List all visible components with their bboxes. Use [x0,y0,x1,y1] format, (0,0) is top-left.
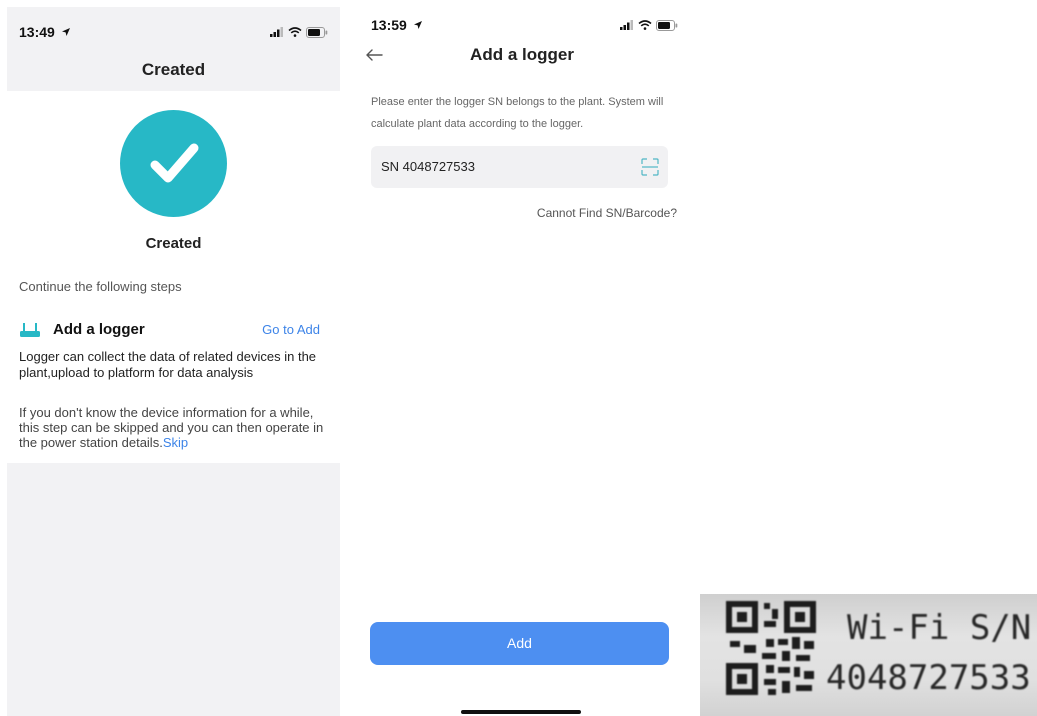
label-wifi-sn: Wi-Fi S/N: [847,608,1037,648]
success-badge [120,110,227,217]
router-icon [20,323,40,337]
bottom-panel [7,463,340,716]
cannot-find-link[interactable]: Cannot Find SN/Barcode? [537,206,677,220]
battery-icon [306,26,328,38]
status-icons [270,26,328,38]
nav-bar: Created [7,49,340,91]
sn-input[interactable]: SN 4048727533 [371,146,668,188]
scan-icon[interactable] [640,157,660,177]
add-button[interactable]: Add [370,622,669,665]
signal-icon [620,20,633,30]
add-logger-row: Add a logger Go to Add [19,320,320,340]
go-to-add-link[interactable]: Go to Add [262,322,320,337]
logger-description: Logger can collect the data of related d… [19,349,317,380]
add-logger-screen: 13:59 Add a logger Please enter the logg… [357,7,687,716]
location-arrow-icon [61,28,70,36]
success-label: Created [145,235,202,252]
skip-note: If you don't know the device information… [19,405,324,450]
logger-title: Add a logger [53,321,145,338]
check-icon [150,143,199,183]
qr-code-icon [726,601,816,695]
status-time: 13:49 [19,24,71,40]
signal-icon [270,27,283,37]
status-time: 13:59 [371,17,423,33]
status-bar: 13:49 [7,7,340,49]
instruction-text: Please enter the logger SN belongs to th… [371,96,664,130]
home-indicator [461,710,581,714]
created-screen: 13:49 Created Created Continue the follo… [7,7,340,716]
wifi-icon [288,27,302,37]
location-arrow-icon [413,21,422,29]
status-icons [620,19,678,31]
wifi-icon [638,20,652,30]
battery-icon [656,19,678,31]
label-sn-number: 4048727533 [826,658,1031,698]
continue-text: Continue the following steps [19,279,182,294]
page-title: Created [141,60,206,79]
sn-value: SN 4048727533 [381,159,475,174]
page-title: Add a logger [470,45,574,64]
device-label-photo: Wi-Fi S/N: 4048727533 [700,594,1037,716]
skip-link[interactable]: Skip [163,435,188,450]
